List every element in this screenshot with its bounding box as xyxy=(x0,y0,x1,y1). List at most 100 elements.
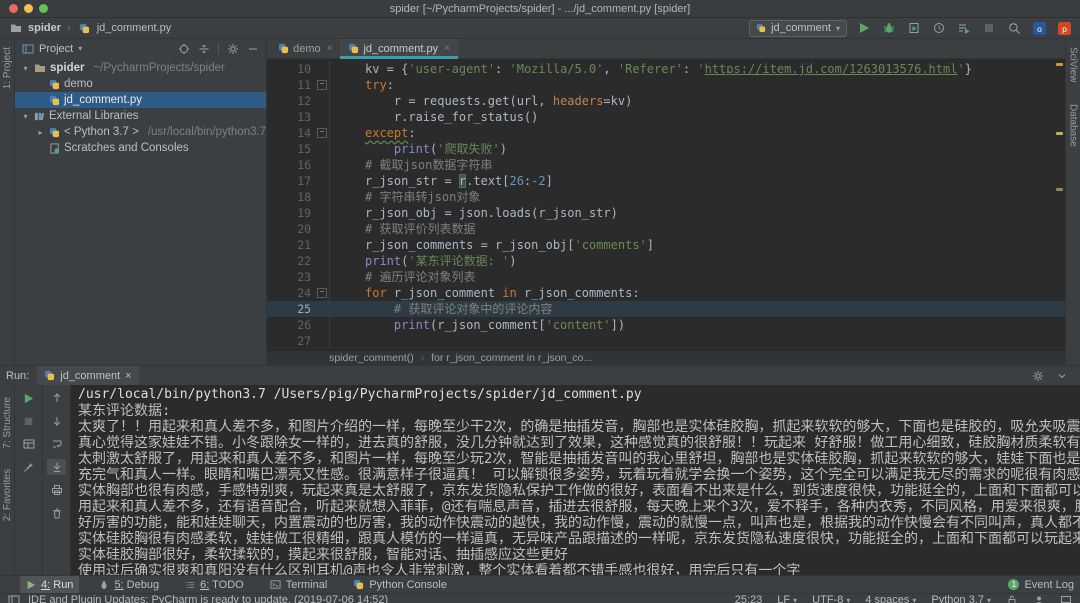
close-icon[interactable]: × xyxy=(125,370,131,382)
line-number[interactable]: 19 xyxy=(267,205,315,221)
app-icon-powerpoint[interactable]: p xyxy=(1056,21,1072,35)
code-text[interactable]: for r_json_comment in r_json_comments: xyxy=(329,285,1065,301)
hector-inspections-icon[interactable] xyxy=(1033,594,1045,603)
tree-item-demo[interactable]: demo xyxy=(15,76,266,92)
locate-icon[interactable] xyxy=(178,43,190,55)
stop-button[interactable] xyxy=(981,21,997,35)
code-line-14[interactable]: 14− except: xyxy=(267,125,1065,141)
indent-select[interactable]: 4 spaces▾ xyxy=(865,594,916,603)
pin-icon[interactable] xyxy=(19,459,38,475)
line-number[interactable]: 10 xyxy=(267,61,315,77)
code-line-21[interactable]: 21 r_json_comments = r_json_obj['comment… xyxy=(267,237,1065,253)
code-line-12[interactable]: 12 r = requests.get(url, headers=kv) xyxy=(267,93,1065,109)
lock-icon[interactable] xyxy=(1006,594,1018,603)
code-text[interactable]: r_json_comments = r_json_obj['comments'] xyxy=(329,237,1065,253)
gear-icon[interactable] xyxy=(1032,370,1044,382)
tree-item-external-libraries[interactable]: ▾External Libraries xyxy=(15,108,266,124)
run-with-coverage-button[interactable] xyxy=(906,21,922,35)
code-text[interactable]: # 获取评价列表数据 xyxy=(329,221,1065,237)
code-line-17[interactable]: 17 r_json_str = r.text[26:-2] xyxy=(267,173,1065,189)
breadcrumb-loop[interactable]: for r_json_comment in r_json_co... xyxy=(431,352,592,364)
code-line-15[interactable]: 15 print('爬取失败') xyxy=(267,141,1065,157)
interpreter-select[interactable]: Python 3.7▾ xyxy=(931,594,991,603)
code-line-13[interactable]: 13 r.raise_for_status() xyxy=(267,109,1065,125)
line-number[interactable]: 27 xyxy=(267,333,315,349)
run-anything-button[interactable] xyxy=(956,21,972,35)
tree-item-scratches-and-consoles[interactable]: Scratches and Consoles xyxy=(15,140,266,156)
screen-share-icon[interactable] xyxy=(1060,594,1072,603)
code-text[interactable]: print(r_json_comment['content']) xyxy=(329,317,1065,333)
chevron-down-icon[interactable]: ▾ xyxy=(78,44,82,53)
expanded-arrow-icon[interactable]: ▾ xyxy=(21,112,30,121)
code-line-19[interactable]: 19 r_json_obj = json.loads(r_json_str) xyxy=(267,205,1065,221)
breadcrumb-file[interactable]: jd_comment.py xyxy=(97,22,172,34)
run-console[interactable]: /usr/local/bin/python3.7 /Users/pig/Pych… xyxy=(71,385,1080,575)
breadcrumb-project[interactable]: spider xyxy=(28,22,61,34)
code-text[interactable]: print('爬取失败') xyxy=(329,141,1065,157)
code-line-24[interactable]: 24− for r_json_comment in r_json_comment… xyxy=(267,285,1065,301)
code-text[interactable]: kv = {'user-agent': 'Mozilla/5.0', 'Refe… xyxy=(329,61,1065,77)
line-number[interactable]: 11 xyxy=(267,77,315,93)
tree-item-spider[interactable]: ▾spider~/PycharmProjects/spider xyxy=(15,60,266,76)
code-line-23[interactable]: 23 # 遍历评论对象列表 xyxy=(267,269,1065,285)
rerun-button[interactable] xyxy=(19,390,38,406)
up-arrow-icon[interactable] xyxy=(47,390,66,406)
code-text[interactable]: # 获取评论对象中的评论内容 xyxy=(329,301,1065,317)
tool-strip-database[interactable]: Database xyxy=(1068,104,1079,147)
status-message[interactable]: IDE and Plugin Updates: PyCharm is ready… xyxy=(28,594,388,603)
collapse-all-icon[interactable] xyxy=(198,43,210,55)
restore-layout-icon[interactable] xyxy=(19,436,38,452)
line-number[interactable]: 20 xyxy=(267,221,315,237)
profiler-button[interactable] xyxy=(931,21,947,35)
tab-jd-comment[interactable]: jd_comment.py × xyxy=(340,39,457,58)
close-icon[interactable]: × xyxy=(444,43,450,54)
code-line-20[interactable]: 20 # 获取评价列表数据 xyxy=(267,221,1065,237)
toolwindow-run[interactable]: 4: Run xyxy=(20,576,79,593)
stop-button[interactable] xyxy=(19,413,38,429)
tool-strip-project[interactable]: 1: Project xyxy=(2,47,13,89)
debug-button[interactable] xyxy=(881,21,897,35)
close-window-button[interactable] xyxy=(9,4,18,13)
breadcrumb-function[interactable]: spider_comment() xyxy=(329,352,414,364)
line-number[interactable]: 25 xyxy=(267,301,315,317)
code-text[interactable]: except: xyxy=(329,125,1065,141)
collapsed-arrow-icon[interactable]: ▸ xyxy=(36,128,45,137)
run-button[interactable] xyxy=(856,21,872,35)
line-number[interactable]: 17 xyxy=(267,173,315,189)
line-separator-select[interactable]: LF▾ xyxy=(777,594,797,603)
minimize-window-button[interactable] xyxy=(24,4,33,13)
expanded-arrow-icon[interactable]: ▾ xyxy=(21,64,30,73)
fold-marker-icon[interactable]: − xyxy=(315,80,329,90)
zoom-window-button[interactable] xyxy=(39,4,48,13)
down-arrow-icon[interactable] xyxy=(47,413,66,429)
error-stripe-mark[interactable] xyxy=(1056,132,1063,135)
code-text[interactable]: print('某东评论数据: ') xyxy=(329,253,1065,269)
line-number[interactable]: 15 xyxy=(267,141,315,157)
code-line-22[interactable]: 22 print('某东评论数据: ') xyxy=(267,253,1065,269)
project-panel-title[interactable]: Project xyxy=(39,43,73,55)
line-number[interactable]: 26 xyxy=(267,317,315,333)
encoding-select[interactable]: UTF-8▾ xyxy=(812,594,850,603)
line-number[interactable]: 13 xyxy=(267,109,315,125)
tool-strip-favorites[interactable]: 2: Favorites xyxy=(2,469,13,521)
code-line-11[interactable]: 11− try: xyxy=(267,77,1065,93)
code-line-26[interactable]: 26 print(r_json_comment['content']) xyxy=(267,317,1065,333)
tool-strip-structure[interactable]: 7: Structure xyxy=(2,397,13,449)
code-text[interactable]: r_json_obj = json.loads(r_json_str) xyxy=(329,205,1065,221)
line-number[interactable]: 14 xyxy=(267,125,315,141)
line-number[interactable]: 23 xyxy=(267,269,315,285)
search-everywhere-icon[interactable] xyxy=(1006,21,1022,35)
line-number[interactable]: 18 xyxy=(267,189,315,205)
event-log-button[interactable]: 1 Event Log xyxy=(1008,579,1074,591)
tool-window-switcher-icon[interactable] xyxy=(8,594,20,603)
code-text[interactable]: # 遍历评论对象列表 xyxy=(329,269,1065,285)
error-stripe-mark[interactable] xyxy=(1056,188,1063,191)
code-line-27[interactable]: 27 xyxy=(267,333,1065,349)
tab-demo[interactable]: demo × xyxy=(270,39,340,58)
tree-item-python-3-7[interactable]: ▸< Python 3.7 >/usr/local/bin/python3.7 xyxy=(15,124,266,140)
toolwindow-debug[interactable]: 5: Debug xyxy=(93,576,165,593)
line-number[interactable]: 22 xyxy=(267,253,315,269)
code-text[interactable]: r.raise_for_status() xyxy=(329,109,1065,125)
run-tab[interactable]: jd_comment × xyxy=(37,366,138,385)
code-text[interactable] xyxy=(329,333,1065,349)
